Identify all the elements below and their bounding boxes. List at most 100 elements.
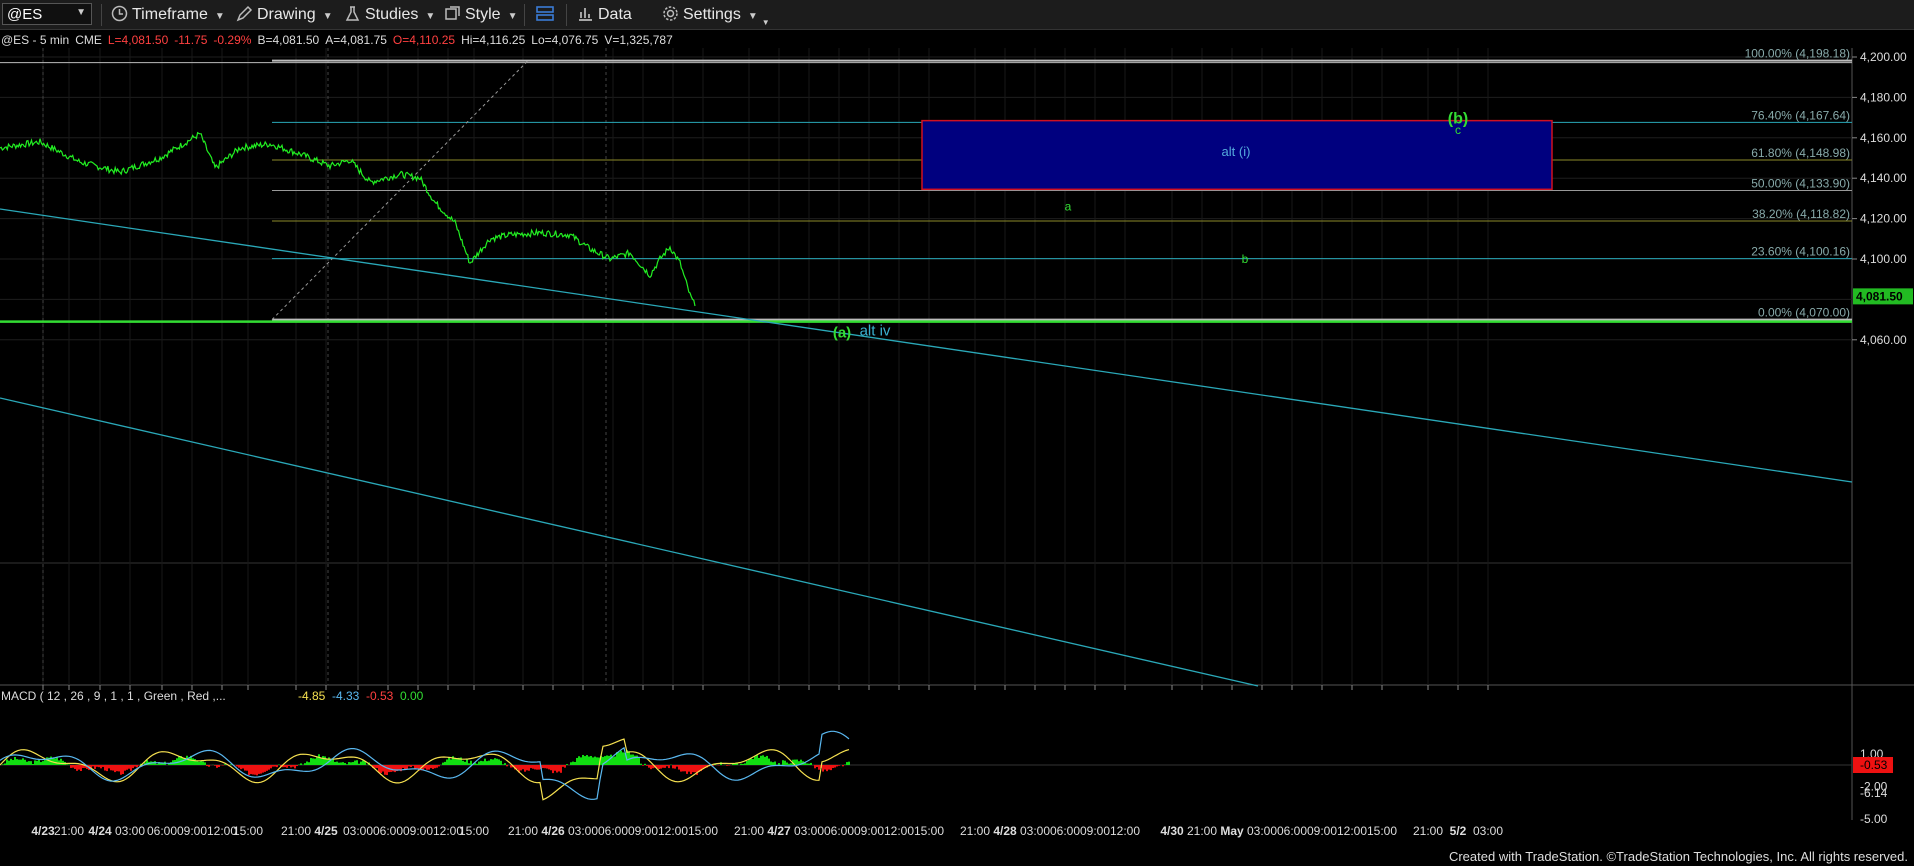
macd-histogram-bar: [684, 765, 686, 772]
macd-histogram-bar: [550, 765, 552, 771]
chevron-down-icon[interactable]: ▼: [76, 7, 86, 18]
macd-histogram-bar: [588, 756, 590, 765]
macd-histogram-bar: [496, 758, 498, 765]
macd-histogram-bar: [258, 765, 260, 774]
macd-histogram-bar: [350, 762, 352, 765]
macd-histogram-bar: [308, 762, 310, 765]
macd-histogram-bar: [314, 758, 316, 765]
macd-histogram-bar: [214, 765, 216, 766]
macd-histogram-bar: [94, 765, 96, 769]
studies-label: Studies: [365, 6, 419, 23]
macd-histogram-bar: [252, 765, 254, 775]
x-tick-label: 09:00: [854, 824, 884, 838]
macd-histogram-bar: [578, 756, 580, 765]
x-tick-label: 03:00: [1473, 824, 1503, 838]
macd-histogram-bar: [620, 750, 622, 765]
x-tick-label: 03:00: [794, 824, 824, 838]
x-tick-label: 4/28: [993, 824, 1017, 838]
macd-histogram-bar: [290, 765, 292, 768]
gear-icon: [663, 6, 678, 21]
macd-histogram-bar: [136, 765, 138, 768]
macd-histogram-bar: [204, 762, 206, 765]
macd-histogram-bar: [814, 765, 816, 769]
macd-histogram-bar: [442, 762, 444, 765]
macd-histogram-bar: [680, 765, 682, 772]
macd-histogram-bar: [54, 758, 56, 765]
x-tick-label: 03:00: [115, 824, 145, 838]
macd-histogram-bar: [2, 764, 4, 765]
x-tick-label: 15:00: [1367, 824, 1397, 838]
macd-histogram-bar: [446, 759, 448, 765]
macd-histogram-bar: [294, 765, 296, 769]
x-tick-label: 09:00: [403, 824, 433, 838]
macd-histogram-bar: [80, 765, 82, 772]
macd-histogram-bar: [782, 760, 784, 765]
data-menu[interactable]: Data: [577, 5, 632, 25]
macd-histogram-bar: [554, 765, 556, 771]
chevron-down-icon: ▼: [761, 18, 770, 27]
macd-histogram-bar: [116, 765, 118, 772]
macd-histogram-bar: [534, 765, 536, 770]
x-tick-label: 4/25: [314, 824, 338, 838]
macd-histogram-bar: [668, 765, 670, 769]
macd-histogram-bar: [410, 765, 412, 768]
macd-histogram-bar: [560, 765, 562, 773]
macd-histogram-bar: [760, 755, 762, 765]
settings-menu[interactable]: Settings ▼▼: [662, 5, 770, 27]
macd-histogram-bar: [426, 765, 428, 770]
macd-histogram-bar: [352, 762, 354, 765]
macd-histogram-bar: [112, 765, 114, 771]
x-tick-label: 4/23: [31, 824, 55, 838]
macd-histogram-bar: [838, 765, 840, 766]
macd-histogram-bar: [500, 760, 502, 765]
macd-histogram-bar: [416, 765, 418, 769]
drawing-label: Drawing: [257, 6, 316, 23]
macd-value: -4.85: [298, 689, 326, 703]
x-tick-label: 21:00: [1413, 824, 1443, 838]
macd-histogram-bar: [832, 765, 834, 769]
layout-button[interactable]: [535, 5, 559, 25]
timeframe-label: Timeframe: [132, 6, 208, 23]
studies-menu[interactable]: Studies ▼: [344, 5, 435, 25]
timeframe-menu[interactable]: Timeframe ▼: [111, 5, 225, 25]
x-tick-label: 5/2: [1450, 824, 1467, 838]
macd-histogram-bar: [438, 765, 440, 767]
footer-credit: Created with TradeStation. ©TradeStation…: [1448, 849, 1908, 864]
macd-histogram-bar: [750, 758, 752, 765]
fib-level-label: 23.60% (4,100.16): [1751, 245, 1850, 259]
macd-histogram-bar: [586, 755, 588, 765]
macd-histogram-bar: [16, 759, 18, 765]
macd-histogram-bar: [186, 755, 188, 765]
macd-histogram-bar: [674, 765, 676, 769]
price-axis: 4,200.00 4,180.00 4,160.00 4,140.00 4,120.00…: [1852, 50, 1913, 347]
macd-histogram-bar: [582, 754, 584, 765]
macd-histogram-bar: [728, 765, 730, 766]
drawing-menu[interactable]: Drawing ▼: [236, 5, 333, 25]
macd-histogram-bar: [484, 758, 486, 765]
x-tick-label: 03:00: [1247, 824, 1277, 838]
macd-histogram-bar: [270, 765, 272, 769]
macd-histogram-bar: [662, 765, 664, 768]
macd-histogram-bar: [430, 765, 432, 769]
price-chart[interactable]: 100.00% (4,198.18) 76.40% (4,167.64) 61.80…: [0, 30, 1914, 850]
macd-histogram-bar: [34, 760, 36, 765]
macd-histogram-bar: [478, 761, 480, 765]
x-tick-label: 4/30: [1160, 824, 1184, 838]
macd-histogram-bar: [816, 765, 818, 768]
macd-histogram-bar: [122, 765, 124, 775]
macd-histogram-bar: [240, 765, 242, 770]
macd-histogram-bar: [468, 763, 470, 765]
macd-histogram-bar: [596, 757, 598, 765]
symbol-input[interactable]: @ES ▼: [2, 3, 92, 25]
macd-histogram-bar: [56, 757, 58, 765]
macd-value-label: -0.53: [1860, 758, 1888, 772]
macd-histogram-bar: [552, 765, 554, 774]
x-tick-label: 06:00: [147, 824, 177, 838]
macd-histogram-bar: [374, 765, 376, 768]
style-menu[interactable]: Style ▼: [444, 5, 517, 25]
macd-histogram-bar: [402, 765, 404, 768]
macd-histogram-bar: [376, 765, 378, 769]
x-tick-label: 12:00: [884, 824, 914, 838]
macd-histogram-bar: [74, 765, 76, 769]
macd-histogram-bar: [14, 756, 16, 765]
